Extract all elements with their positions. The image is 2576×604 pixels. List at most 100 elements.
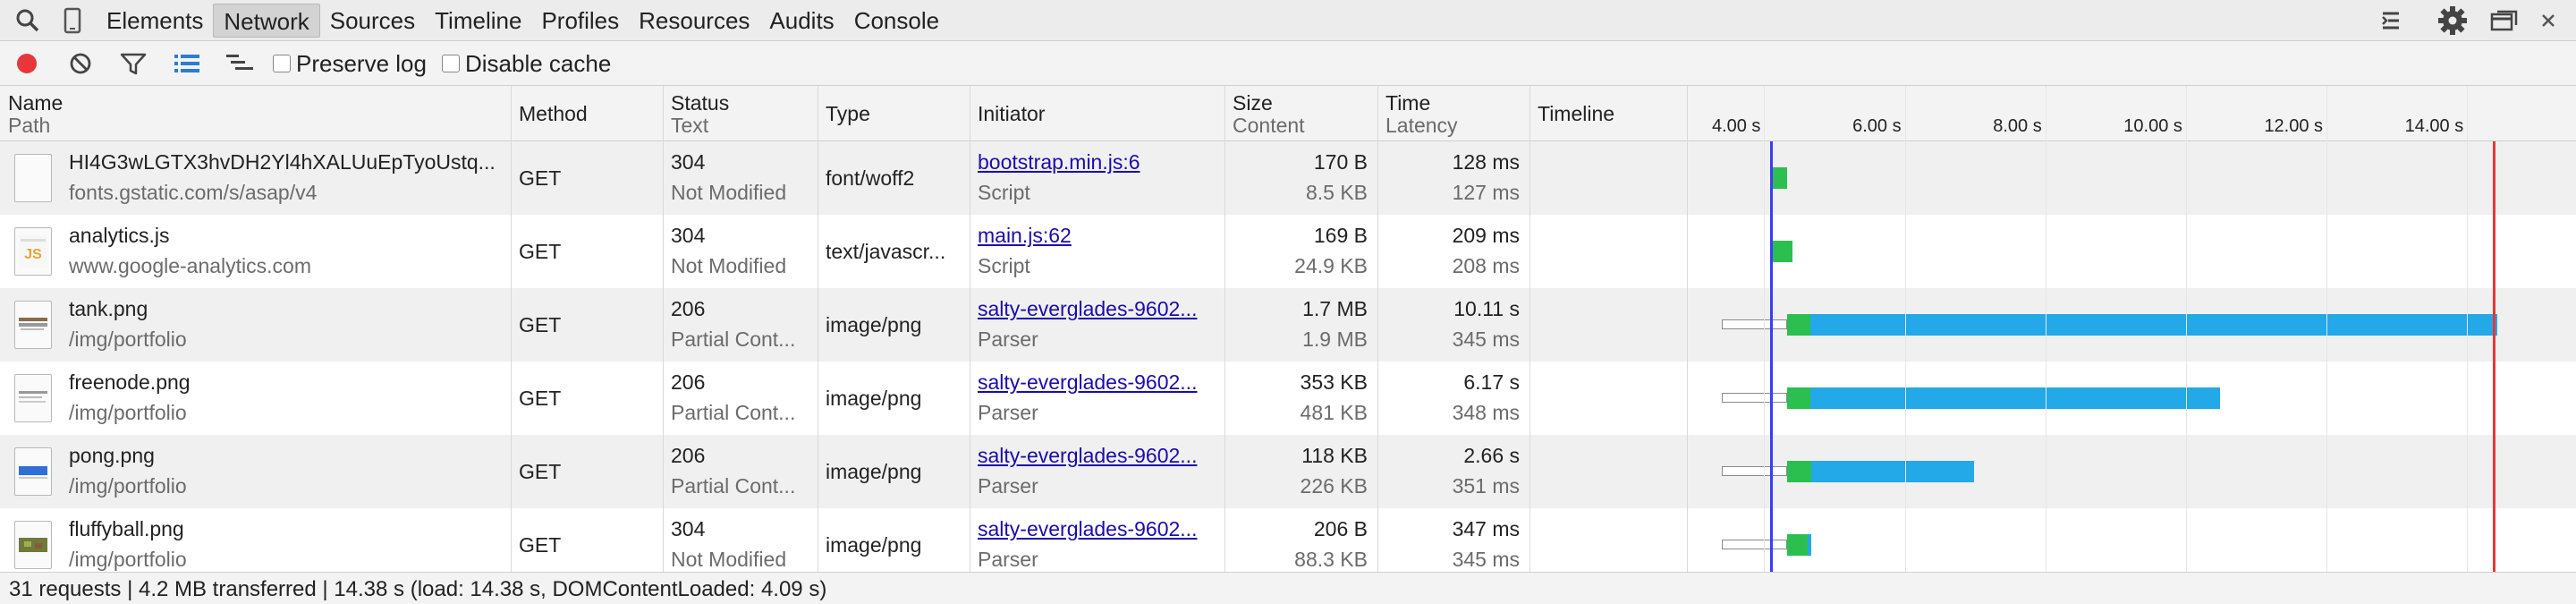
method-cell: GET — [511, 508, 663, 582]
clear-icon[interactable] — [68, 41, 93, 86]
resource-name: pong.png — [69, 444, 155, 467]
load-marker — [2493, 141, 2496, 572]
size-cell: 353 KB 481 KB — [1224, 362, 1377, 435]
col-status[interactable]: Status Text — [663, 86, 818, 141]
name-cell[interactable]: tank.png/img/portfolio — [0, 288, 511, 362]
col-method[interactable]: Method — [511, 86, 663, 141]
resource-thumbnail-icon — [14, 154, 52, 202]
filter-icon[interactable] — [120, 41, 147, 86]
tab-elements[interactable]: Elements — [97, 4, 213, 38]
inspect-search-icon[interactable] — [13, 0, 43, 41]
waterfall-waiting-bar[interactable] — [1772, 241, 1792, 262]
content-size-value: 8.5 KB — [1305, 181, 1368, 204]
waterfall-waiting-bar[interactable] — [1786, 461, 1812, 482]
col-timeline[interactable]: Timeline — [1530, 86, 1687, 141]
method-cell: GET — [511, 288, 663, 362]
tab-sources[interactable]: Sources — [320, 4, 425, 38]
status-summary: 31 requests | 4.2 MB transferred | 14.38… — [9, 577, 827, 601]
gear-icon[interactable] — [2435, 0, 2470, 41]
svg-text:JS: JS — [24, 247, 42, 262]
type-cell: image/png — [818, 362, 970, 435]
name-cell[interactable]: fluffyball.png/img/portfolio — [0, 508, 511, 582]
timeline-tick-label: 6.00 s — [1852, 116, 1902, 136]
resource-path: /img/portfolio — [69, 548, 187, 571]
waterfall-download-bar[interactable] — [1810, 314, 2497, 336]
method-value: GET — [519, 240, 562, 263]
initiator-link[interactable]: bootstrap.min.js:6 — [978, 150, 1140, 174]
col-type[interactable]: Type — [818, 86, 970, 141]
col-name[interactable]: Name Path — [0, 86, 511, 141]
record-button[interactable] — [14, 41, 39, 86]
waterfall-waiting-bar[interactable] — [1786, 534, 1809, 556]
col-status-label: Status — [671, 91, 730, 115]
initiator-link[interactable]: salty-everglades-9602... — [978, 297, 1197, 321]
name-cell[interactable]: pong.png/img/portfolio — [0, 435, 511, 508]
tab-resources[interactable]: Resources — [629, 4, 759, 38]
request-row[interactable]: fluffyball.png/img/portfolio GET 304 Not Mo… — [0, 508, 2576, 582]
waterfall-waiting-bar[interactable] — [1786, 314, 1811, 336]
initiator-link[interactable]: salty-everglades-9602... — [978, 444, 1197, 468]
waterfall-waiting-bar[interactable] — [1786, 387, 1811, 409]
request-row[interactable]: JS analytics.js www.google-analytics.com GE… — [0, 215, 2576, 288]
col-method-label: Method — [519, 102, 588, 125]
dock-side-icon[interactable] — [2488, 0, 2521, 41]
name-cell[interactable]: JS analytics.js www.google-analytics.com — [0, 215, 511, 288]
column-divider[interactable] — [1377, 86, 1378, 572]
name-cell[interactable]: HI4G3wLGTX3hvDH2Yl4hXALUuEpTyoUstq... fon… — [0, 141, 511, 215]
content-size-value: 481 KB — [1300, 401, 1368, 424]
large-rows-icon[interactable] — [174, 41, 200, 86]
col-size[interactable]: Size Content — [1224, 86, 1377, 141]
request-row[interactable]: tank.png/img/portfolio GET 206 Partial Cont… — [0, 288, 2576, 362]
request-row[interactable]: HI4G3wLGTX3hvDH2Yl4hXALUuEpTyoUstq... fon… — [0, 141, 2576, 215]
column-divider[interactable] — [1224, 86, 1225, 572]
tab-timeline[interactable]: Timeline — [425, 4, 531, 38]
initiator-link[interactable]: salty-everglades-9602... — [978, 370, 1197, 395]
drawer-toggle-icon[interactable] — [2379, 0, 2411, 41]
size-cell: 118 KB 226 KB — [1224, 435, 1377, 508]
content-size-value: 88.3 KB — [1294, 548, 1368, 571]
status-code: 206 — [671, 370, 706, 394]
status-text: Partial Cont... — [671, 474, 796, 498]
status-code: 206 — [671, 297, 706, 320]
request-row[interactable]: pong.png/img/portfolio GET 206 Partial Cont… — [0, 435, 2576, 508]
col-initiator[interactable]: Initiator — [970, 86, 1224, 141]
resource-thumbnail-icon — [14, 301, 52, 349]
tab-audits[interactable]: Audits — [759, 4, 843, 38]
initiator-cell: bootstrap.min.js:6 Script — [970, 141, 1224, 215]
size-value: 170 B — [1313, 150, 1368, 174]
waterfall-download-bar[interactable] — [1810, 387, 2221, 409]
type-value: image/png — [826, 313, 922, 336]
preserve-log-box[interactable] — [273, 55, 291, 72]
preserve-log-checkbox[interactable]: Preserve log — [273, 41, 427, 86]
col-name-label: Name — [8, 91, 64, 115]
request-row[interactable]: freenode.png/img/portfolio GET 206 Partial … — [0, 362, 2576, 435]
overview-icon[interactable] — [225, 41, 254, 86]
initiator-link[interactable]: salty-everglades-9602... — [978, 517, 1197, 541]
col-time[interactable]: Time Latency — [1377, 86, 1530, 141]
content-size-value: 1.9 MB — [1302, 328, 1368, 351]
status-cell: 206 Partial Cont... — [663, 435, 818, 508]
resource-name: tank.png — [69, 297, 148, 320]
col-status-sub: Text — [671, 114, 709, 137]
name-cell[interactable]: freenode.png/img/portfolio — [0, 362, 511, 435]
status-text: Partial Cont... — [671, 328, 796, 351]
column-divider[interactable] — [511, 86, 512, 572]
column-divider[interactable] — [1687, 86, 1688, 572]
resource-thumbnail-icon — [14, 447, 52, 496]
close-icon[interactable] — [2535, 0, 2562, 41]
device-mode-icon[interactable] — [59, 0, 86, 41]
waterfall-download-bar[interactable] — [1808, 534, 1812, 556]
column-divider[interactable] — [663, 86, 664, 572]
tab-profiles[interactable]: Profiles — [531, 4, 629, 38]
waterfall-waiting-bar[interactable] — [1772, 167, 1787, 189]
status-code: 304 — [671, 150, 706, 174]
tab-network[interactable]: Network — [213, 4, 320, 38]
initiator-link[interactable]: main.js:62 — [978, 224, 1072, 248]
disable-cache-checkbox[interactable]: Disable cache — [442, 41, 611, 86]
timeline-tick-label: 10.00 s — [2123, 116, 2182, 136]
latency-value: 345 ms — [1452, 548, 1520, 571]
tab-console[interactable]: Console — [844, 4, 949, 38]
waterfall-download-bar[interactable] — [1811, 461, 1974, 482]
time-value: 209 ms — [1452, 224, 1520, 247]
disable-cache-box[interactable] — [442, 55, 460, 72]
